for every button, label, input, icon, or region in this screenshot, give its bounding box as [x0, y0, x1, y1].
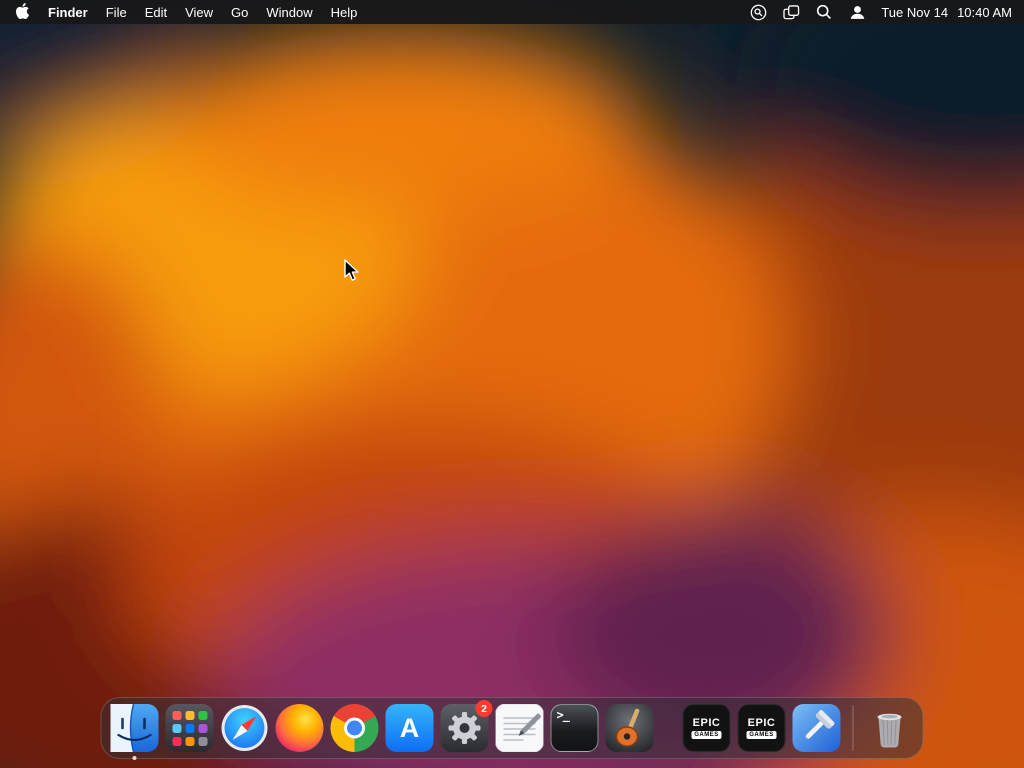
dock-item-firefox[interactable] [275, 704, 324, 752]
dock-item-chrome[interactable] [330, 704, 379, 752]
menu-window[interactable]: Window [257, 0, 321, 24]
menu-file[interactable]: File [97, 0, 136, 24]
dock-item-launchpad[interactable] [165, 704, 214, 752]
dock-item-epic-games[interactable]: EPIC GAMES [682, 704, 731, 752]
dock-item-epic-games-2[interactable]: EPIC GAMES [737, 704, 786, 752]
desktop-wallpaper [0, 0, 1024, 768]
app-store-glyph: A [399, 712, 420, 743]
apple-icon [16, 2, 30, 22]
desktop-screen: Finder File Edit View Go Window Help Tue… [0, 0, 1024, 768]
notification-badge: 2 [475, 700, 493, 717]
terminal-prompt-glyph: >_ [556, 708, 570, 722]
launchpad-dot [198, 710, 207, 720]
dock-item-terminal[interactable]: >_ [550, 704, 599, 752]
dock: A 2 >_ EPIC GAMES EPIC GAMES [100, 697, 924, 760]
dock-item-system-settings[interactable]: 2 [440, 700, 493, 752]
menu-bar: Finder File Edit View Go Window Help Tue… [0, 0, 1024, 24]
spotlight-icon[interactable] [815, 3, 833, 21]
epic-logo-text: EPIC [692, 717, 721, 729]
app-menu-title[interactable]: Finder [39, 0, 97, 24]
chrome-center-dot [344, 717, 365, 739]
menu-clock[interactable]: Tue Nov 14 10:40 AM [881, 5, 1012, 20]
launchpad-dot [185, 736, 194, 746]
running-indicator [132, 756, 137, 760]
dock-item-safari[interactable] [221, 704, 269, 752]
dock-item-textedit[interactable] [495, 704, 544, 752]
menu-bar-left: Finder File Edit View Go Window Help [12, 0, 366, 24]
dock-item-trash[interactable] [866, 704, 914, 752]
menu-help[interactable]: Help [322, 0, 367, 24]
epic-logo-subtext: GAMES [746, 731, 777, 739]
stage-manager-icon[interactable] [782, 3, 800, 21]
dock-item-garageband[interactable] [605, 704, 654, 752]
menu-view[interactable]: View [176, 0, 222, 24]
menu-bar-right: Tue Nov 14 10:40 AM [749, 3, 1012, 21]
screen-zoom-icon[interactable] [749, 3, 767, 21]
dock-separator [852, 705, 854, 751]
launchpad-dot [172, 723, 181, 733]
launchpad-dot [198, 736, 207, 746]
user-account-icon[interactable] [848, 3, 866, 21]
dock-item-finder[interactable] [110, 704, 159, 760]
menu-go[interactable]: Go [222, 0, 257, 24]
menu-edit[interactable]: Edit [136, 0, 176, 24]
epic-logo-text: EPIC [747, 717, 776, 729]
launchpad-dot [185, 723, 194, 733]
launchpad-dot [172, 736, 181, 746]
clock-time: 10:40 AM [957, 4, 1012, 20]
launchpad-dot [172, 710, 181, 720]
dock-item-app-store[interactable]: A [385, 704, 434, 752]
clock-date: Tue Nov 14 [881, 4, 949, 20]
launchpad-dot [198, 723, 207, 733]
launchpad-dot [185, 710, 194, 720]
dock-item-xcode[interactable] [792, 704, 841, 752]
apple-menu[interactable] [12, 0, 39, 24]
epic-logo-subtext: GAMES [691, 731, 722, 739]
wallpaper-art [0, 0, 1024, 768]
